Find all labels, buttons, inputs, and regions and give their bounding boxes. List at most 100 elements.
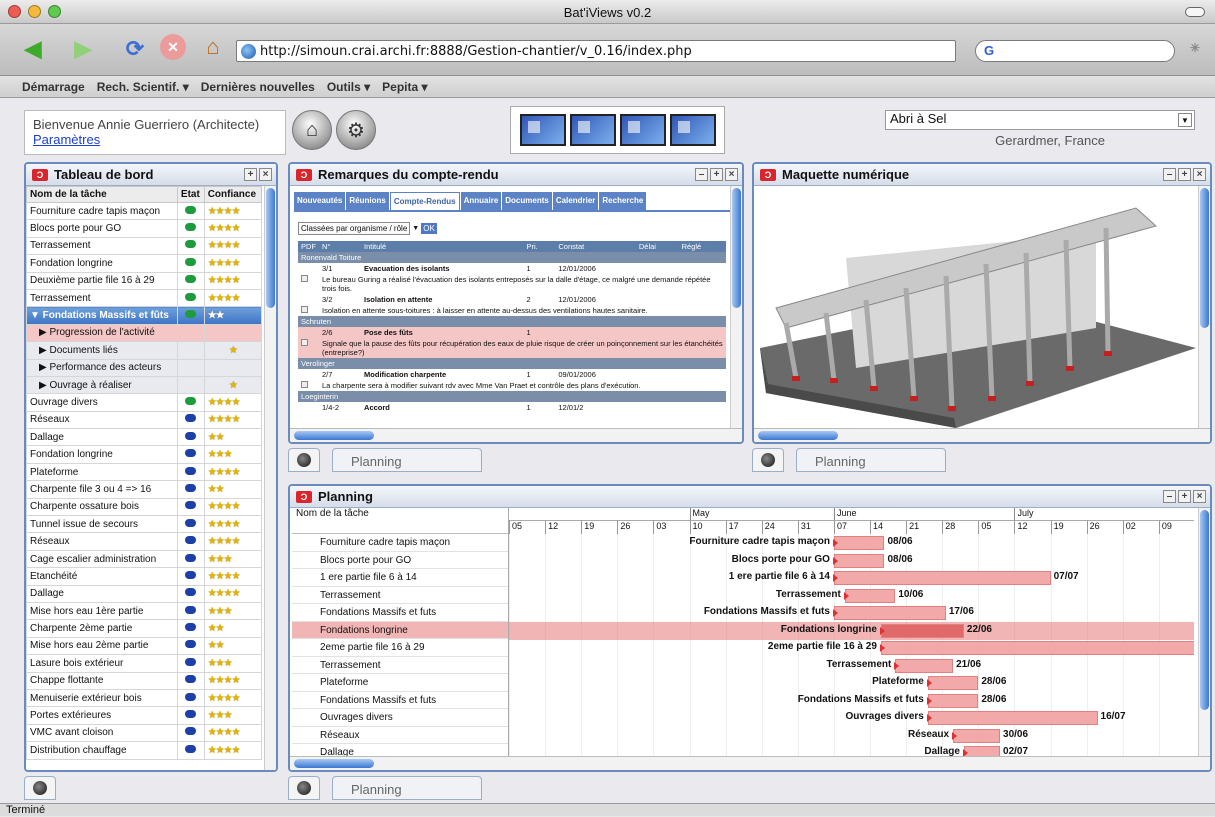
bookmark-item[interactable]: Outils ▾ [327, 80, 370, 94]
tab-icon[interactable] [288, 448, 320, 472]
horizontal-scrollbar[interactable] [290, 428, 742, 442]
task-row[interactable]: Mise hors eau 1ère partie ★★★ [26, 601, 263, 621]
remark-row[interactable]: 3/2 Isolation en attente 2 12/01/2006 [298, 294, 726, 305]
task-row[interactable]: Blocs porte pour GO ★★★★ [26, 219, 263, 238]
column-header[interactable]: Réglé [678, 241, 726, 252]
column-header[interactable]: Pri. [523, 241, 556, 252]
task-row[interactable]: Charpente ossature bois ★★★★ [26, 497, 263, 517]
task-row[interactable]: Fourniture cadre tapis maçon ★★★★ [26, 201, 263, 221]
task-row[interactable]: Terrassement ★★★★ [26, 288, 263, 308]
bookmark-item[interactable]: Pepita ▾ [382, 80, 427, 94]
chevron-down-icon[interactable]: ▼ [1178, 113, 1192, 127]
bookmark-item[interactable]: Démarrage [22, 80, 85, 94]
minimize-icon[interactable]: – [1163, 168, 1176, 181]
gantt-bar[interactable] [895, 658, 954, 673]
tab-3[interactable]: Annuaire [460, 192, 502, 210]
column-header[interactable]: N° [319, 241, 362, 252]
gantt-task-name[interactable]: Fondations Massifs et futs [292, 692, 508, 709]
task-row[interactable]: Lasure bois extérieur ★★★ [26, 654, 263, 673]
column-header[interactable]: Nom de la tâche [26, 186, 178, 203]
task-row[interactable]: ▶ Documents liés ★ [26, 341, 263, 360]
layout-view-4-button[interactable] [669, 114, 716, 146]
task-row[interactable]: ▶ Performance des acteurs [26, 358, 263, 377]
task-row[interactable]: ▶ Ouvrage à réaliser ★ [26, 375, 263, 395]
bookmark-item[interactable]: Rech. Scientif. ▾ [97, 80, 189, 94]
tab-planning[interactable]: Planning [796, 448, 946, 472]
gantt-task-name[interactable]: Terrassement [292, 587, 508, 604]
close-icon[interactable]: × [1193, 168, 1206, 181]
task-row[interactable]: Mise hors eau 2ème partie ★★ [26, 636, 263, 656]
task-row[interactable]: Deuxième partie file 16 à 29 ★★★★ [26, 271, 263, 290]
expand-icon[interactable]: + [710, 168, 723, 181]
remark-row[interactable]: 2/6 Pose des fûts 1 [298, 327, 726, 338]
vertical-scrollbar[interactable] [1198, 508, 1210, 758]
tab-6[interactable]: Recherche [599, 192, 647, 210]
checkbox-icon[interactable] [301, 306, 308, 313]
layout-view-1-button[interactable] [519, 114, 566, 146]
tab-icon[interactable] [24, 776, 56, 800]
chevron-down-icon[interactable]: ▼ [412, 225, 419, 232]
column-header[interactable]: Constat [555, 241, 636, 252]
task-row[interactable]: Fondation longrine ★★★ [26, 445, 263, 464]
tab-planning[interactable]: Planning [332, 776, 482, 800]
task-row[interactable]: Distribution chauffage ★★★★ [26, 741, 263, 760]
task-row[interactable]: Tunnel issue de secours ★★★★ [26, 515, 263, 534]
task-row[interactable]: ▼ Fondations Massifs et fûts ★★ [26, 306, 263, 325]
task-row[interactable]: Dallage ★★★★ [26, 584, 263, 603]
gantt-task-name[interactable]: Terrassement [292, 657, 508, 674]
close-icon[interactable]: × [725, 168, 738, 181]
task-row[interactable]: Terrassement ★★★★ [26, 236, 263, 256]
close-icon[interactable]: × [1193, 490, 1206, 503]
task-row[interactable]: Réseaux ★★★★ [26, 532, 263, 551]
close-icon[interactable]: × [259, 168, 272, 181]
tab-planning[interactable]: Planning [332, 448, 482, 472]
vertical-scrollbar[interactable] [1198, 186, 1210, 434]
task-row[interactable]: Dallage ★★ [26, 428, 263, 447]
gantt-bar[interactable] [833, 553, 885, 568]
column-header[interactable]: Intitulé [361, 241, 524, 252]
column-header[interactable]: Confiance [203, 186, 263, 203]
tab-5[interactable]: Calendrier [552, 192, 599, 210]
checkbox-icon[interactable] [301, 275, 308, 282]
gantt-bar[interactable] [927, 711, 1098, 725]
gantt-task-name[interactable]: Plateforme [292, 674, 508, 692]
search-engine-field[interactable]: G [975, 40, 1175, 62]
bookmark-item[interactable]: Dernières nouvelles [201, 80, 315, 94]
tab-2[interactable]: Compte-Rendus [389, 192, 460, 210]
checkbox-icon[interactable] [301, 339, 308, 346]
project-select[interactable]: Abri à Sel ▼ [885, 110, 1195, 130]
reload-icon[interactable]: ⟳ [120, 34, 150, 64]
task-row[interactable]: Charpente 2ème partie ★★ [26, 619, 263, 638]
tab-icon[interactable] [288, 776, 320, 800]
column-header[interactable]: Etat [176, 186, 205, 203]
task-row[interactable]: Portes extérieures ★★★ [26, 706, 263, 725]
settings-link[interactable]: Paramètres [33, 132, 277, 147]
filter-ok-button[interactable]: OK [421, 223, 437, 234]
remark-row[interactable]: 2/7 Modification charpente 1 09/01/2006 [298, 369, 726, 380]
expand-icon[interactable]: + [1178, 490, 1191, 503]
task-row[interactable]: ▶ Progression de l'activité [26, 323, 263, 343]
home-icon[interactable]: ⌂ [198, 32, 228, 62]
column-header[interactable]: PDF [298, 241, 319, 252]
remark-checkbox[interactable] [298, 338, 319, 358]
task-row[interactable]: Etanchéité ★★★★ [26, 567, 263, 586]
gantt-bar[interactable] [927, 676, 979, 690]
back-arrow-icon[interactable]: ◀ [18, 34, 48, 64]
expand-icon[interactable]: + [1178, 168, 1191, 181]
url-bar[interactable]: http://simoun.crai.archi.fr:8888/Gestion… [236, 40, 956, 62]
layout-view-2-button[interactable] [569, 114, 616, 146]
remark-row[interactable]: 3/1 Evacuation des isolants 1 12/01/2006 [298, 263, 726, 274]
task-row[interactable]: Chappe flottante ★★★★ [26, 671, 263, 690]
gear-icon[interactable]: ⚙ [336, 110, 376, 150]
gantt-task-name[interactable]: Ouvrages divers [292, 709, 508, 727]
minimize-icon[interactable]: – [695, 168, 708, 181]
task-row[interactable]: VMC avant cloison ★★★★ [26, 723, 263, 743]
gantt-task-name[interactable]: Fourniture cadre tapis maçon [292, 534, 508, 552]
gantt-bar[interactable] [880, 623, 964, 638]
gantt-bar[interactable] [833, 536, 885, 550]
filter-select[interactable]: Classées par organisme / rôle [298, 222, 411, 235]
vertical-scrollbar[interactable] [730, 186, 742, 434]
gantt-bar[interactable] [833, 571, 1051, 585]
expand-icon[interactable]: + [244, 168, 257, 181]
horizontal-scrollbar[interactable] [290, 756, 1210, 770]
